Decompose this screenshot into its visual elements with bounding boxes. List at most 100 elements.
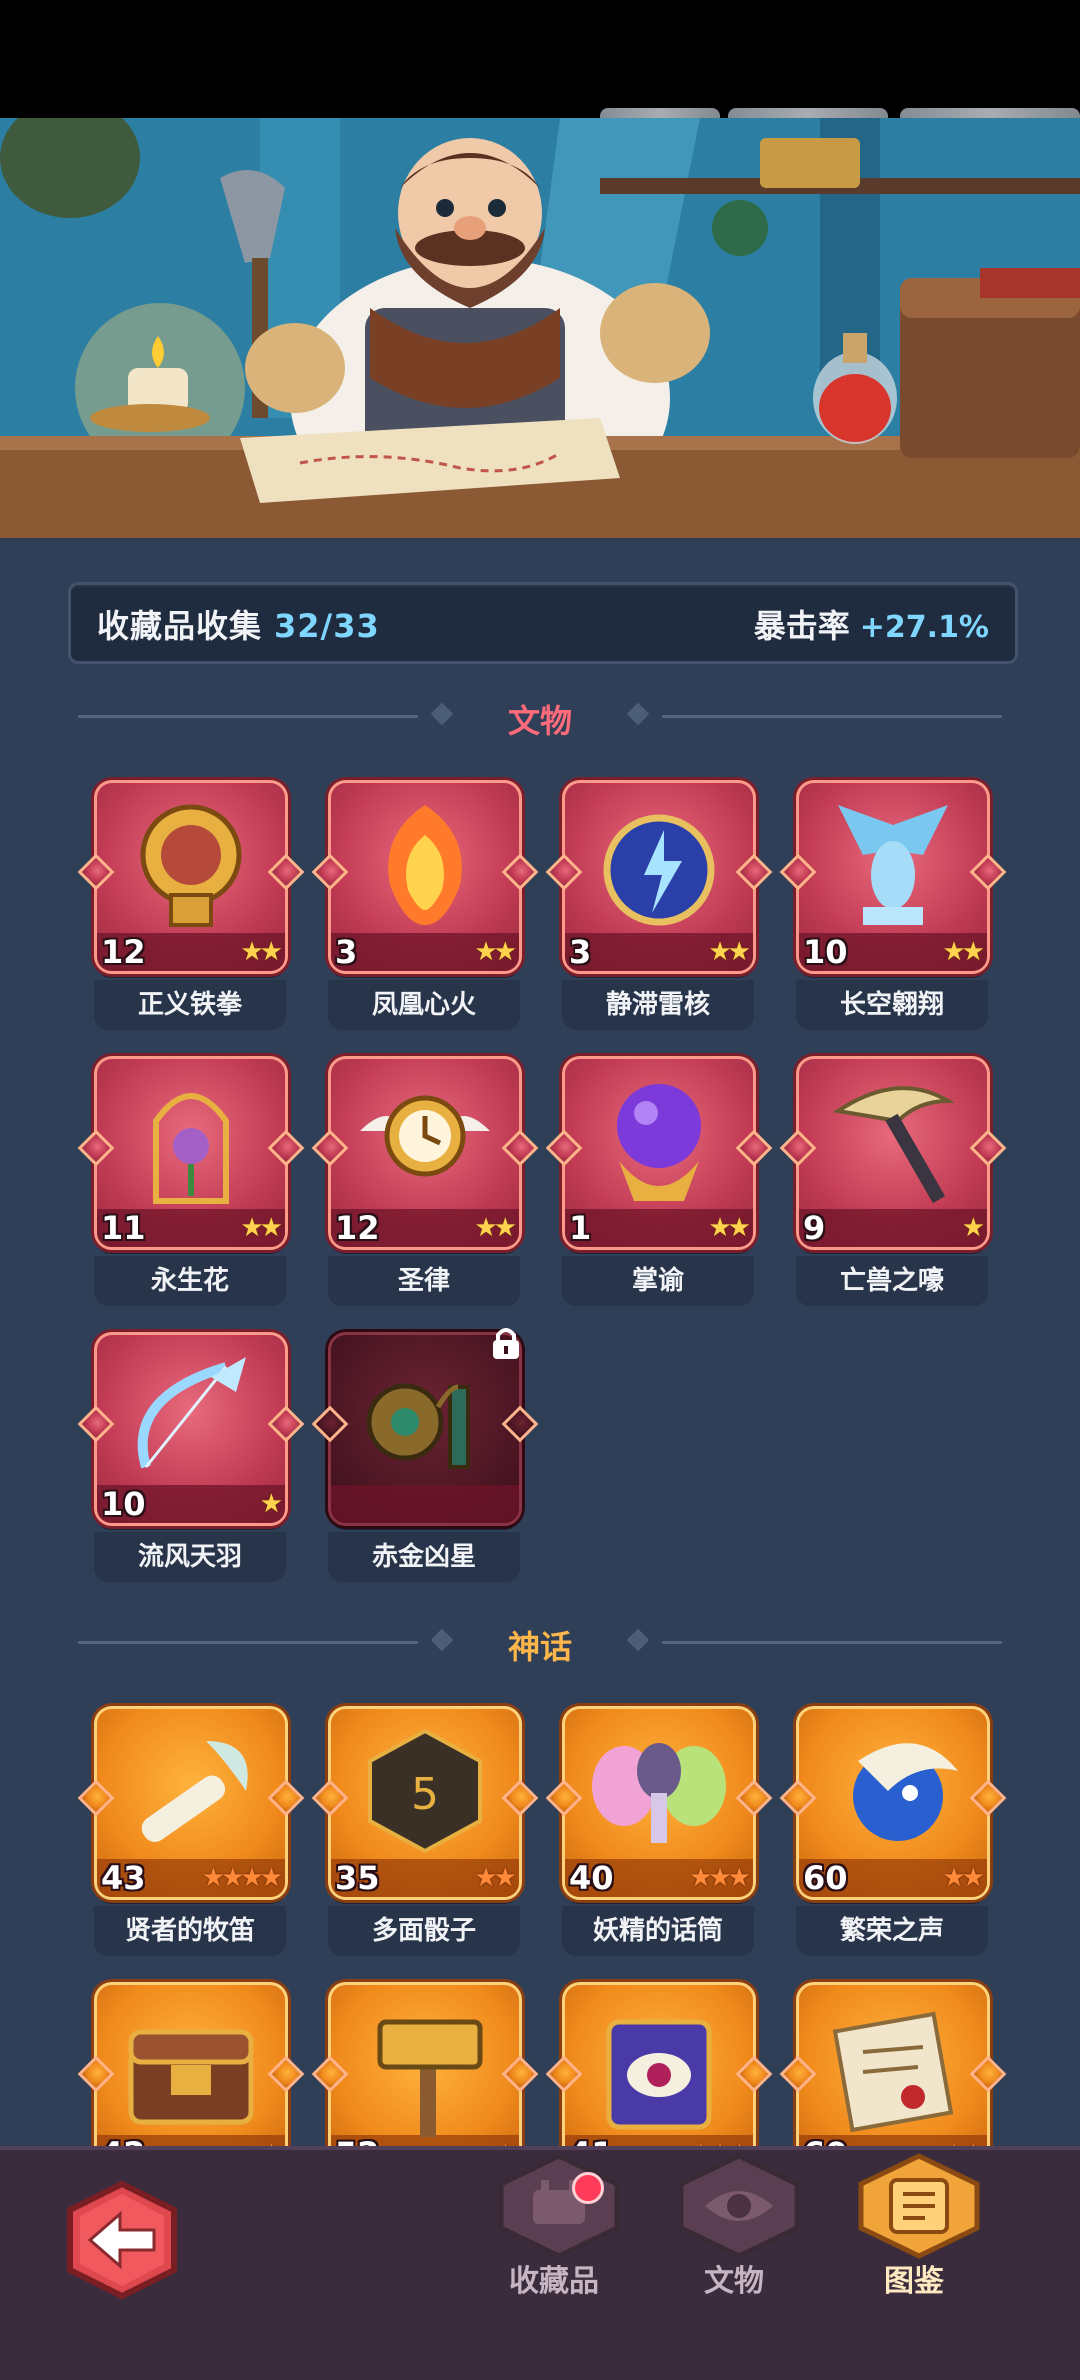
item-frame: 40 ★★★ [562,1706,756,1900]
nav-label-relics: 文物 [704,2264,764,2299]
relics-card[interactable]: 10 ★★ 长空翱翔 [796,780,990,1030]
item-name: 贤者的牧笛 [94,1906,286,1956]
ice-eagle-icon [838,805,948,925]
item-count: 3 [335,933,358,971]
item-frame: 12 ★★ [94,780,288,974]
golden-fist-icon [140,804,242,927]
item-count: 11 [101,1209,146,1247]
item-name: 静滞雷核 [562,980,754,1030]
shopkeeper-banner [0,118,1080,538]
nav-label-codex: 图鉴 [884,2264,944,2299]
crit-value: +27.1% [859,610,989,645]
nav-tab-codex[interactable]: 图鉴 [834,2150,994,2300]
relics-card[interactable]: 12 ★★ 正义铁拳 [94,780,288,1030]
item-name: 圣律 [328,1256,520,1306]
section-divider-relics: 文物 [78,696,1002,740]
item-frame: 43 ★★★★ [94,1706,288,1900]
star-rating: ★★ [240,937,283,967]
item-count: 1 [569,1209,592,1247]
item-count: 40 [569,1859,614,1897]
count-strip [799,1209,987,1247]
bone-scythe-icon [832,1086,956,1204]
item-frame: 11 ★★ [94,1056,288,1250]
collection-label: 收藏品收集 [97,607,263,645]
item-frame: 60 ★★ [796,1706,990,1900]
item-count: 35 [335,1859,380,1897]
wind-bow-icon [137,1357,246,1469]
item-count: 10 [101,1485,146,1523]
crit-rate: 暴击率 +27.1% [754,601,989,647]
item-frame: 5 35 ★★ [328,1706,522,1900]
relics-card[interactable]: 赤金凶星 [328,1328,522,1582]
notification-dot [572,2172,604,2204]
relics-card[interactable]: 11 ★★ 永生花 [94,1056,288,1306]
myths-card[interactable]: 60 ★★ 繁荣之声 [796,1706,990,1956]
item-name: 凤凰心火 [328,980,520,1030]
star-rating: ★★★ [689,1863,751,1893]
back-arrow-icon [67,2180,177,2300]
back-button[interactable] [62,2180,182,2300]
item-name: 亡兽之嚎 [796,1256,988,1306]
star-rating: ★ [961,1213,985,1243]
item-count: 12 [101,933,146,971]
relics-card[interactable]: 1 ★★ 掌谕 [562,1056,756,1306]
relics-card[interactable]: 10 ★ 流风天羽 [94,1332,288,1582]
thunder-orb-icon [603,814,715,926]
collection-stat-bar: 收藏品收集 32/33 暴击率 +27.1% [68,582,1018,664]
item-name: 繁荣之声 [796,1906,988,1956]
eye-tome-icon [606,2019,712,2130]
caged-rose-icon [153,1093,229,1204]
item-frame: 3 ★★ [328,780,522,974]
drum-icon [498,2153,620,2259]
item-frame: 1 ★★ [562,1056,756,1250]
status-bar-area [0,0,1080,118]
scroll-letter-icon [832,2011,954,2133]
relics-card[interactable]: 9 ★ 亡兽之嚎 [796,1056,990,1306]
nav-tab-relics[interactable]: 文物 [654,2150,814,2300]
item-name: 赤金凶星 [328,1532,520,1582]
collection-progress: 收藏品收集 32/33 [97,601,380,647]
lock-icon [493,1328,519,1359]
fairy-microphone-icon [592,1743,726,1843]
svg-text:5: 5 [411,1769,439,1820]
chained-flail-icon [366,1383,470,1469]
relics-card[interactable]: 3 ★★ 静滞雷核 [562,780,756,1030]
item-frame: 9 ★ [796,1056,990,1250]
item-count: 3 [569,933,592,971]
item-count: 9 [803,1209,826,1247]
star-rating: ★ [259,1489,283,1519]
star-rating: ★★ [708,937,751,967]
item-name: 掌谕 [562,1256,754,1306]
star-rating: ★★ [474,1213,517,1243]
phoenix-fire-icon [388,805,462,925]
item-frame: 10 ★★ [796,780,990,974]
relics-card[interactable]: 12 ★★ 圣律 [328,1056,522,1306]
item-name: 长空翱翔 [796,980,988,1030]
star-rating: ★★ [240,1213,283,1243]
section-divider-myth: 神话 [78,1622,1002,1666]
count-strip [331,1485,519,1523]
item-frame: 3 ★★ [562,780,756,974]
item-count: 43 [101,1859,146,1897]
item-name: 永生花 [94,1256,286,1306]
star-rating: ★★ [708,1213,751,1243]
item-count: 12 [335,1209,380,1247]
myths-card[interactable]: 5 35 ★★ 多面骰子 [328,1706,522,1956]
item-count: 10 [803,933,848,971]
war-hammer-icon [377,2019,483,2137]
item-name: 正义铁拳 [94,980,286,1030]
book-icon [858,2153,980,2259]
winged-clock-icon [360,1095,490,1177]
relics-card[interactable]: 3 ★★ 凤凰心火 [328,780,522,1030]
item-name: 妖精的话筒 [562,1906,754,1956]
treasure-chest-icon [128,2029,254,2125]
item-count: 60 [803,1859,848,1897]
polyhedral-dice-icon: 5 [368,1728,482,1854]
nav-tab-collection[interactable]: 收藏品 [474,2150,634,2300]
collection-count: 32/33 [274,607,380,645]
star-rating: ★★ [942,1863,985,1893]
myths-card[interactable]: 43 ★★★★ 贤者的牧笛 [94,1706,288,1956]
item-name: 多面骰子 [328,1906,520,1956]
myths-card[interactable]: 40 ★★★ 妖精的话筒 [562,1706,756,1956]
eye-icon [678,2153,800,2259]
